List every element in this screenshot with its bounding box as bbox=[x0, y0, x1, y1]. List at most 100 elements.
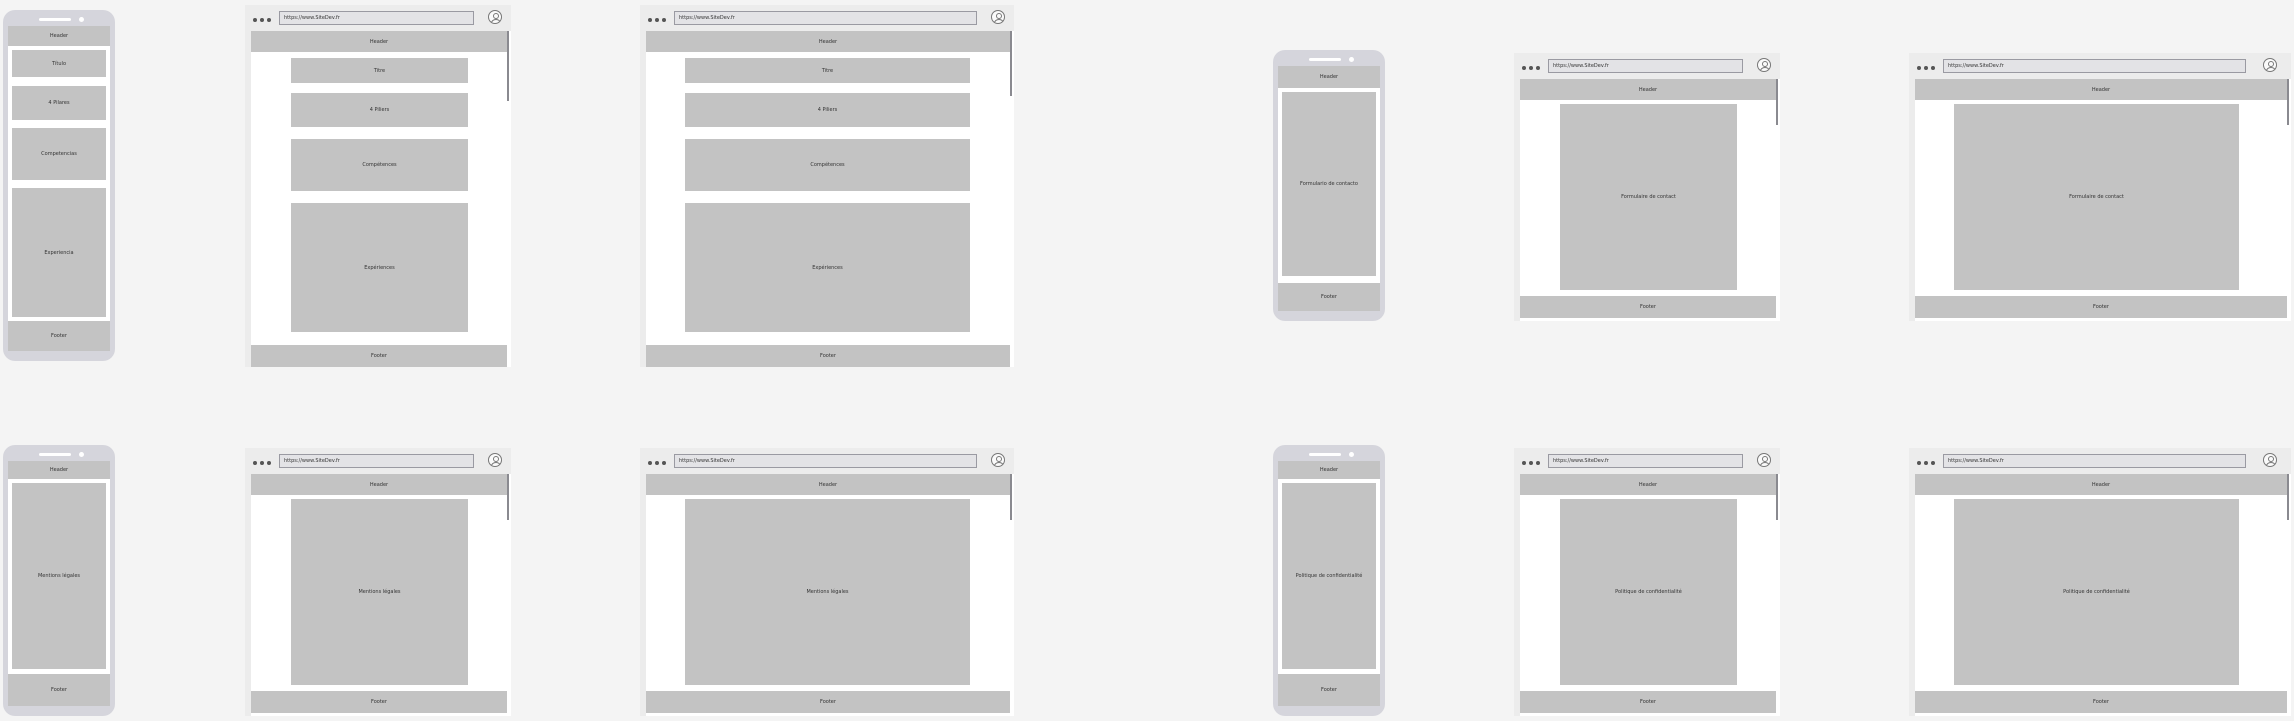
user-avatar-icon[interactable] bbox=[488, 10, 502, 24]
dots-icon bbox=[1522, 66, 1540, 70]
mobile-home-wireframe: Header Título 4 Pilares Competencias Exp… bbox=[3, 10, 115, 361]
privacy-policy-section: Politique de confidentialité bbox=[1560, 499, 1737, 685]
page-header: Header bbox=[1915, 79, 2287, 100]
dots-icon bbox=[1522, 461, 1540, 465]
browser-viewport: Header Politique de confidentialité Foot… bbox=[1520, 474, 1780, 716]
page-footer: Footer bbox=[251, 345, 507, 367]
desktop-contact-wireframe: https://www.SiteDev.fr Header Formulaire… bbox=[1909, 53, 2291, 321]
browser-viewport: Header Mentions légales Footer bbox=[646, 474, 1014, 716]
desktop-legal-wireframe: https://www.SiteDev.fr Header Mentions l… bbox=[640, 448, 1014, 716]
url-bar[interactable]: https://www.SiteDev.fr bbox=[1548, 59, 1743, 73]
user-avatar-icon[interactable] bbox=[2263, 453, 2277, 467]
tablet-home-wireframe: https://www.SiteDev.fr Header Titre 4 Pi… bbox=[245, 5, 511, 367]
dots-icon bbox=[648, 18, 666, 22]
skills-section: Compétences bbox=[291, 139, 468, 191]
scrollbar[interactable] bbox=[2287, 474, 2289, 520]
desktop-privacy-wireframe: https://www.SiteDev.fr Header Politique … bbox=[1909, 448, 2291, 716]
user-avatar-icon[interactable] bbox=[2263, 58, 2277, 72]
camera-icon bbox=[79, 17, 84, 22]
legal-notice-section: Mentions légales bbox=[291, 499, 468, 685]
page-header: Header bbox=[1278, 461, 1380, 479]
page-footer: Footer bbox=[1520, 691, 1776, 713]
title-section: Titre bbox=[291, 58, 468, 83]
mobile-privacy-wireframe: Header Politique de confidentialité Foot… bbox=[1273, 445, 1385, 716]
title-section: Título bbox=[12, 50, 106, 77]
scrollbar[interactable] bbox=[2287, 79, 2289, 125]
page-header: Header bbox=[646, 31, 1010, 52]
page-footer: Footer bbox=[1520, 296, 1776, 318]
tablet-legal-wireframe: https://www.SiteDev.fr Header Mentions l… bbox=[245, 448, 511, 716]
page-header: Header bbox=[8, 461, 110, 479]
page-header: Header bbox=[1520, 79, 1776, 100]
mobile-screen: Header Politique de confidentialité Foot… bbox=[1278, 461, 1380, 706]
page-header: Header bbox=[1278, 66, 1380, 88]
speaker-icon bbox=[39, 18, 71, 21]
browser-viewport: Header Titre 4 Piliers Compétences Expér… bbox=[646, 31, 1014, 367]
url-bar[interactable]: https://www.SiteDev.fr bbox=[1943, 59, 2246, 73]
scrollbar[interactable] bbox=[1010, 474, 1012, 520]
skills-section: Competencias bbox=[12, 128, 106, 180]
page-header: Header bbox=[251, 474, 507, 495]
scrollbar[interactable] bbox=[1776, 474, 1778, 520]
privacy-policy-section: Politique de confidentialité bbox=[1954, 499, 2239, 685]
user-avatar-icon[interactable] bbox=[488, 453, 502, 467]
scrollbar[interactable] bbox=[1010, 31, 1012, 96]
desktop-home-wireframe: https://www.SiteDev.fr Header Titre 4 Pi… bbox=[640, 5, 1014, 367]
page-header: Header bbox=[1520, 474, 1776, 495]
pillars-section: 4 Piliers bbox=[685, 93, 970, 127]
dots-icon bbox=[648, 461, 666, 465]
privacy-policy-section: Politique de confidentialité bbox=[1282, 483, 1376, 669]
contact-form-section: Formulario de contacto bbox=[1282, 92, 1376, 276]
url-bar[interactable]: https://www.SiteDev.fr bbox=[279, 454, 474, 468]
speaker-icon bbox=[39, 453, 71, 456]
page-header: Header bbox=[646, 474, 1010, 495]
contact-form-section: Formulaire de contact bbox=[1954, 104, 2239, 290]
browser-viewport: Header Formulaire de contact Footer bbox=[1520, 79, 1780, 321]
page-footer: Footer bbox=[646, 691, 1010, 713]
mobile-contact-wireframe: Header Formulario de contacto Footer bbox=[1273, 50, 1385, 321]
page-footer: Footer bbox=[646, 345, 1010, 367]
legal-notice-section: Mentions légales bbox=[12, 483, 106, 669]
browser-viewport: Header Titre 4 Piliers Compétences Expér… bbox=[251, 31, 511, 367]
page-footer: Footer bbox=[1915, 296, 2287, 318]
page-footer: Footer bbox=[1278, 674, 1380, 706]
camera-icon bbox=[1349, 452, 1354, 457]
user-avatar-icon[interactable] bbox=[991, 453, 1005, 467]
mobile-screen: Header Título 4 Pilares Competencias Exp… bbox=[8, 26, 110, 351]
legal-notice-section: Mentions légales bbox=[685, 499, 970, 685]
url-bar[interactable]: https://www.SiteDev.fr bbox=[674, 454, 977, 468]
contact-form-section: Formulaire de contact bbox=[1560, 104, 1737, 290]
url-bar[interactable]: https://www.SiteDev.fr bbox=[279, 11, 474, 25]
dots-icon bbox=[1917, 66, 1935, 70]
camera-icon bbox=[79, 452, 84, 457]
tablet-contact-wireframe: https://www.SiteDev.fr Header Formulaire… bbox=[1514, 53, 1780, 321]
page-footer: Footer bbox=[8, 321, 110, 351]
user-avatar-icon[interactable] bbox=[991, 10, 1005, 24]
page-footer: Footer bbox=[8, 674, 110, 706]
dots-icon bbox=[253, 461, 271, 465]
user-avatar-icon[interactable] bbox=[1757, 453, 1771, 467]
mobile-screen: Header Mentions légales Footer bbox=[8, 461, 110, 706]
scrollbar[interactable] bbox=[507, 474, 509, 520]
url-bar[interactable]: https://www.SiteDev.fr bbox=[1943, 454, 2246, 468]
skills-section: Compétences bbox=[685, 139, 970, 191]
browser-viewport: Header Formulaire de contact Footer bbox=[1915, 79, 2291, 321]
page-header: Header bbox=[251, 31, 507, 52]
dots-icon bbox=[1917, 461, 1935, 465]
title-section: Titre bbox=[685, 58, 970, 83]
speaker-icon bbox=[1309, 58, 1341, 61]
page-footer: Footer bbox=[251, 691, 507, 713]
pillars-section: 4 Pilares bbox=[12, 86, 106, 120]
browser-viewport: Header Politique de confidentialité Foot… bbox=[1915, 474, 2291, 716]
scrollbar[interactable] bbox=[1776, 79, 1778, 125]
experience-section: Expériences bbox=[291, 203, 468, 332]
url-bar[interactable]: https://www.SiteDev.fr bbox=[1548, 454, 1743, 468]
dots-icon bbox=[253, 18, 271, 22]
mobile-screen: Header Formulario de contacto Footer bbox=[1278, 66, 1380, 311]
scrollbar[interactable] bbox=[507, 31, 509, 101]
page-header: Header bbox=[1915, 474, 2287, 495]
user-avatar-icon[interactable] bbox=[1757, 58, 1771, 72]
pillars-section: 4 Piliers bbox=[291, 93, 468, 127]
url-bar[interactable]: https://www.SiteDev.fr bbox=[674, 11, 977, 25]
browser-viewport: Header Mentions légales Footer bbox=[251, 474, 511, 716]
